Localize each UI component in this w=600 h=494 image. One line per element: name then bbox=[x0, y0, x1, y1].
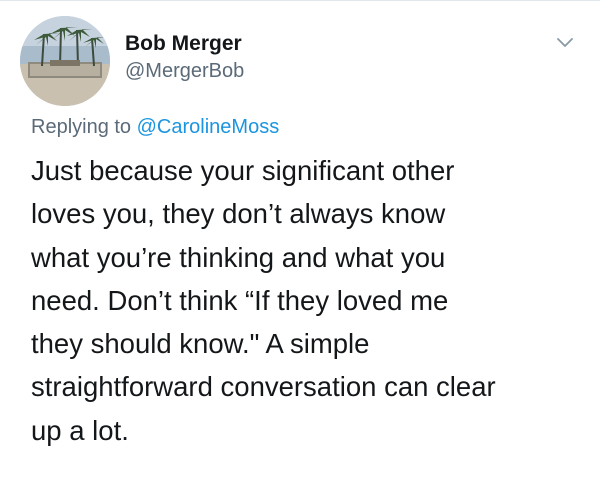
tweet-text: Just because your significant other love… bbox=[31, 149, 586, 452]
replying-to-label: Replying to bbox=[31, 116, 137, 138]
chevron-down-icon[interactable] bbox=[556, 36, 574, 50]
profile-photo-icon bbox=[20, 16, 110, 106]
tweet-text-line: up a lot. bbox=[31, 414, 129, 446]
tweet-text-line: straightforward conversation can clear bbox=[31, 371, 496, 403]
author-handle[interactable]: @MergerBob bbox=[125, 60, 244, 83]
author-display-name[interactable]: Bob Merger bbox=[125, 32, 242, 56]
reply-mention-link[interactable]: @CarolineMoss bbox=[137, 116, 280, 138]
tweet-text-line: need. Don’t think “If they loved me bbox=[31, 284, 449, 316]
replying-to-line: Replying to @CarolineMoss bbox=[31, 116, 279, 139]
divider bbox=[0, 0, 600, 1]
avatar[interactable] bbox=[20, 16, 110, 106]
tweet-card: Bob Merger @MergerBob Replying to @Carol… bbox=[0, 0, 600, 494]
tweet-text-line: they should know." A simple bbox=[31, 328, 370, 360]
tweet-text-line: Just because your significant other bbox=[31, 155, 455, 186]
tweet-text-line: loves you, they don’t always know bbox=[31, 198, 446, 230]
tweet-text-line: what you’re thinking and what you bbox=[31, 241, 446, 273]
